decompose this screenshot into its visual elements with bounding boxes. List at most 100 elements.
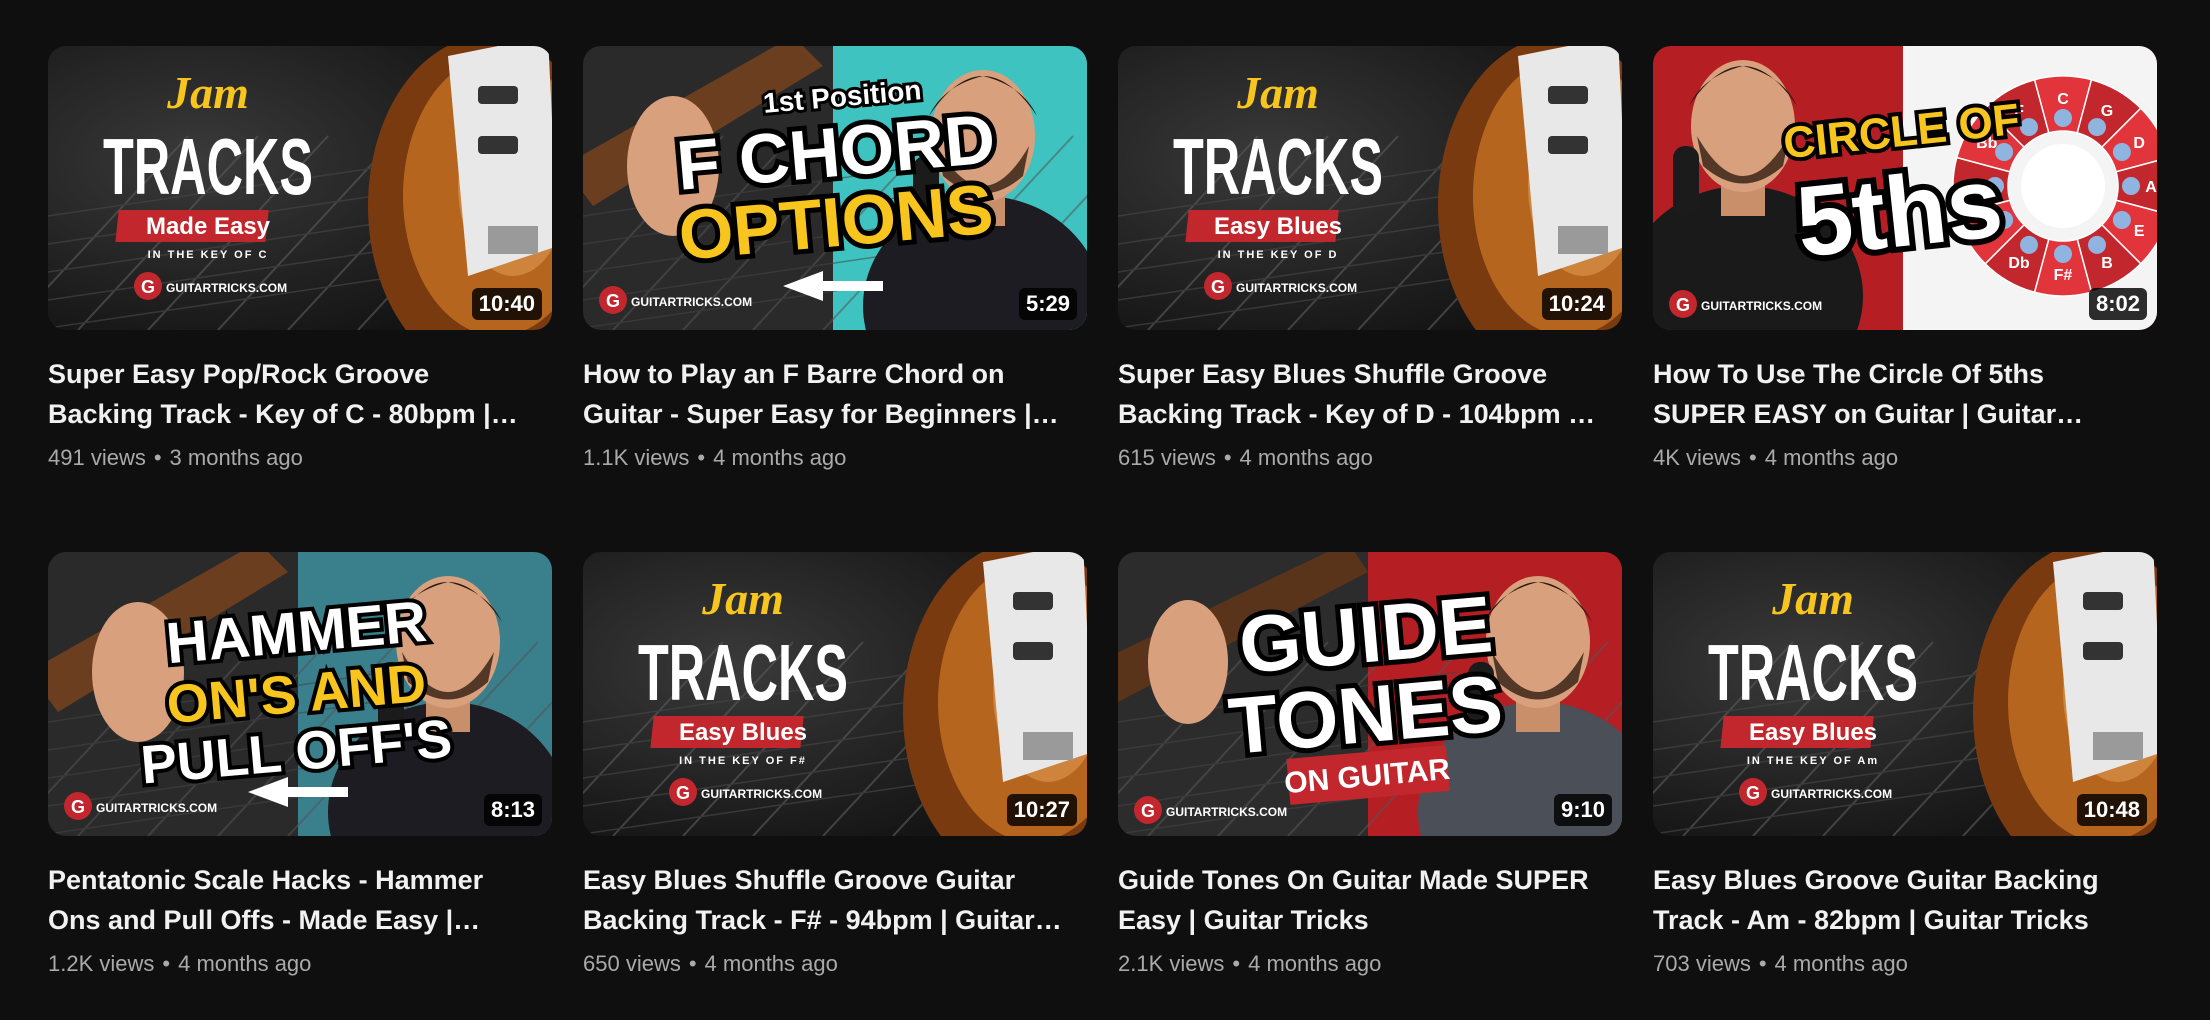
thumb-text-jam: Jam [701,573,784,624]
view-count: 615 views [1118,445,1216,470]
separator-dot: • [1232,951,1241,976]
thumb-text-jam: Jam [1236,67,1319,118]
thumbnail-art: C G D A E B F# Db Ab Eb Bb F CIRCLE OF 5ths G GUITA… [1653,46,2157,330]
svg-text:GUITARTRICKS.COM: GUITARTRICKS.COM [1771,787,1892,801]
duration-badge: 9:10 [1553,794,1612,826]
thumb-text-tracks: TRACKS [1708,628,1918,717]
svg-text:G: G [606,291,620,311]
separator-dot: • [153,445,162,470]
thumbnail-graphic: GUIDE TONES ON GUITAR G GUITARTRICKS.COM [1118,552,1622,836]
video-metadata: 650 views • 4 months ago [583,949,1087,979]
video-metadata: 1.1K views • 4 months ago [583,443,1087,473]
duration-badge: 10:24 [1541,288,1612,320]
video-card[interactable]: HAMMER ON'S AND PULL OFF'S G GUITARTRICK… [48,552,552,979]
thumbnail-art: 1st Position F CHORD OPTIONS G GUITARTRI… [583,46,1087,330]
thumbnail-art: GUIDE TONES ON GUITAR G GUITARTRICKS.COM [1118,552,1622,836]
video-grid: Jam TRACKS Made Easy IN THE KEY OF C G G… [48,46,2157,979]
svg-text:GUITARTRICKS.COM: GUITARTRICKS.COM [631,295,752,309]
upload-age: 4 months ago [713,445,847,470]
svg-text:G: G [1746,783,1760,803]
thumbnail-title: CIRCLE OF 5ths [1777,91,2026,285]
video-thumbnail[interactable]: GUIDE TONES ON GUITAR G GUITARTRICKS.COM… [1118,552,1622,836]
svg-text:G: G [2101,103,2113,120]
video-title[interactable]: Guide Tones On Guitar Made SUPER Easy | … [1118,860,1622,940]
upload-age: 4 months ago [704,951,838,976]
svg-text:E: E [2134,223,2145,240]
svg-text:G: G [676,783,690,803]
svg-text:GUITARTRICKS.COM: GUITARTRICKS.COM [1701,299,1822,313]
thumb-text-jam: Jam [1771,573,1854,624]
svg-text:G: G [141,277,155,297]
thumb-text-key: IN THE KEY OF C [148,249,269,261]
video-title[interactable]: Super Easy Blues Shuffle Groove Backing … [1118,354,1622,434]
view-count: 1.1K views [583,445,690,470]
video-metadata: 4K views • 4 months ago [1653,443,2157,473]
duration-badge: 5:29 [1018,288,1077,320]
thumb-text-key: IN THE KEY OF Am [1747,755,1879,767]
video-card[interactable]: 1st Position F CHORD OPTIONS G GUITARTRI… [583,46,1087,473]
thumbnail-title: HAMMER ON'S AND PULL OFF'S [134,585,458,800]
separator-dot: • [697,445,706,470]
video-card[interactable]: Jam TRACKS Made Easy IN THE KEY OF C G G… [48,46,552,473]
thumbnail-art: HAMMER ON'S AND PULL OFF'S G GUITARTRICK… [48,552,552,836]
thumb-text-subtitle: Easy Blues [1214,213,1342,240]
video-thumbnail[interactable]: Jam TRACKS Easy Blues IN THE KEY OF D G … [1118,46,1622,330]
thumb-text-jam: Jam [166,67,249,118]
video-card[interactable]: Jam TRACKS Easy Blues IN THE KEY OF D G … [1118,46,1622,473]
svg-text:G: G [1141,801,1155,821]
video-metadata: 615 views • 4 months ago [1118,443,1622,473]
separator-dot: • [1223,445,1232,470]
svg-text:G: G [71,797,85,817]
video-title[interactable]: Super Easy Pop/Rock Groove Backing Track… [48,354,552,434]
video-thumbnail[interactable]: Jam TRACKS Made Easy IN THE KEY OF C G G… [48,46,552,330]
video-thumbnail[interactable]: 1st Position F CHORD OPTIONS G GUITARTRI… [583,46,1087,330]
duration-badge: 8:02 [2088,288,2147,320]
view-count: 4K views [1653,445,1742,470]
video-card[interactable]: Jam TRACKS Easy Blues IN THE KEY OF F# G… [583,552,1087,979]
upload-age: 4 months ago [1774,951,1908,976]
thumbnail-graphic: 1st Position F CHORD OPTIONS G GUITARTRI… [583,46,1087,330]
thumb-text-subtitle: Easy Blues [679,719,807,746]
svg-text:GUITARTRICKS.COM: GUITARTRICKS.COM [701,787,822,801]
video-thumbnail[interactable]: Jam TRACKS Easy Blues IN THE KEY OF F# G… [583,552,1087,836]
view-count: 491 views [48,445,146,470]
video-metadata: 703 views • 4 months ago [1653,949,2157,979]
duration-badge: 10:27 [1006,794,1077,826]
upload-age: 4 months ago [1239,445,1373,470]
video-title[interactable]: How To Use The Circle Of 5ths SUPER EASY… [1653,354,2157,434]
svg-text:B: B [2101,255,2113,272]
video-title[interactable]: How to Play an F Barre Chord on Guitar -… [583,354,1087,434]
video-thumbnail[interactable]: Jam TRACKS Easy Blues IN THE KEY OF Am G… [1653,552,2157,836]
thumb-text-tracks: TRACKS [103,122,313,211]
thumbnail-graphic: HAMMER ON'S AND PULL OFF'S G GUITARTRICK… [48,552,552,836]
svg-text:GUITARTRICKS.COM: GUITARTRICKS.COM [1236,281,1357,295]
thumb-text-key: IN THE KEY OF F# [679,755,807,767]
duration-badge: 10:40 [471,288,542,320]
video-thumbnail[interactable]: C G D A E B F# Db Ab Eb Bb F CIRCLE OF 5ths G GUITA… [1653,46,2157,330]
svg-text:F#: F# [2054,267,2073,284]
view-count: 2.1K views [1118,951,1225,976]
separator-dot: • [688,951,697,976]
view-count: 650 views [583,951,681,976]
svg-text:GUITARTRICKS.COM: GUITARTRICKS.COM [96,801,217,815]
video-title[interactable]: Pentatonic Scale Hacks - Hammer Ons and … [48,860,552,940]
video-card[interactable]: GUIDE TONES ON GUITAR G GUITARTRICKS.COM… [1118,552,1622,979]
svg-text:G: G [1211,277,1225,297]
separator-dot: • [1758,951,1767,976]
thumb-text-tracks: TRACKS [638,628,848,717]
svg-text:Db: Db [2008,255,2030,272]
duration-badge: 8:13 [483,794,542,826]
video-card[interactable]: C G D A E B F# Db Ab Eb Bb F CIRCLE OF 5ths G GUITA… [1653,46,2157,473]
upload-age: 4 months ago [1764,445,1899,470]
svg-text:C: C [2057,91,2069,108]
separator-dot: • [162,951,171,976]
svg-text:5ths: 5ths [1791,146,2007,279]
video-metadata: 1.2K views • 4 months ago [48,949,552,979]
video-card[interactable]: Jam TRACKS Easy Blues IN THE KEY OF Am G… [1653,552,2157,979]
view-count: 703 views [1653,951,1751,976]
svg-text:D: D [2133,135,2145,152]
video-title[interactable]: Easy Blues Groove Guitar Backing Track -… [1653,860,2157,940]
video-thumbnail[interactable]: HAMMER ON'S AND PULL OFF'S G GUITARTRICK… [48,552,552,836]
video-metadata: 491 views • 3 months ago [48,443,552,473]
video-title[interactable]: Easy Blues Shuffle Groove Guitar Backing… [583,860,1087,940]
